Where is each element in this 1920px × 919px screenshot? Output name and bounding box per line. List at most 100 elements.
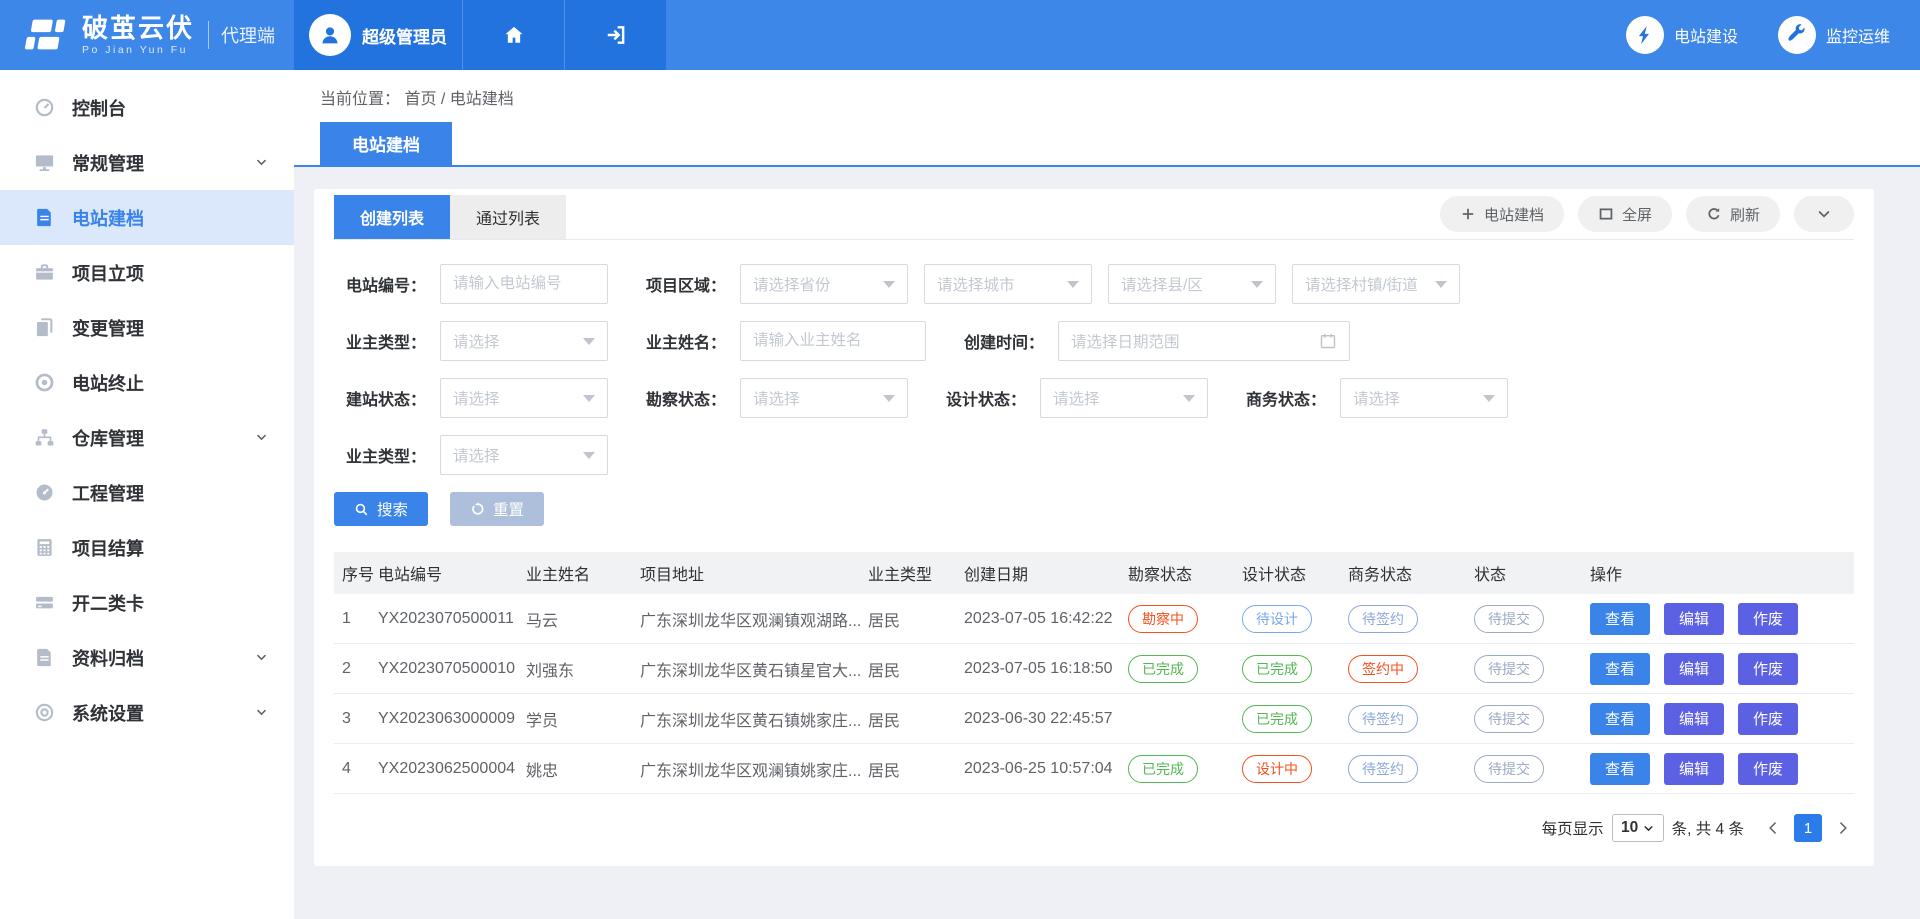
sitemap-icon	[34, 427, 55, 448]
sidebar-item-label: 仓库管理	[72, 425, 144, 451]
reset-button[interactable]: 重置	[450, 492, 544, 526]
cell-address: 广东深圳龙华区黄石镇姚家庄...	[640, 707, 868, 731]
tab-create-list[interactable]: 创建列表	[334, 195, 450, 239]
edit-button[interactable]: 编辑	[1664, 603, 1724, 635]
survey-status-placeholder: 请选择	[753, 387, 877, 409]
sidebar-item-engineering-mgmt[interactable]: 工程管理	[0, 465, 294, 520]
nav-station-build[interactable]: 电站建设	[1626, 16, 1738, 54]
build-status-select[interactable]: 请选择	[440, 378, 608, 418]
nav-monitor-ops[interactable]: 监控运维	[1778, 16, 1890, 54]
breadcrumb-path[interactable]: 首页 / 电站建档	[404, 91, 513, 108]
void-button[interactable]: 作废	[1738, 703, 1798, 735]
card-toolbar: 电站建档 全屏 刷	[1440, 196, 1854, 238]
col-header: 商务状态	[1348, 561, 1474, 585]
col-header: 业主姓名	[526, 561, 640, 585]
reset-label: 重置	[493, 498, 524, 520]
breadcrumb-label: 当前位置：	[320, 91, 400, 108]
sidebar-item-console[interactable]: 控制台	[0, 80, 294, 135]
design-status-badge: 已完成	[1242, 655, 1312, 683]
sidebar-item-general-mgmt[interactable]: 常规管理	[0, 135, 294, 190]
view-button[interactable]: 查看	[1590, 603, 1650, 635]
province-select[interactable]: 请选择省份	[740, 264, 908, 304]
design-status-badge: 设计中	[1242, 755, 1312, 783]
caret-down-icon	[583, 395, 595, 402]
owner-name-input[interactable]	[740, 321, 926, 361]
refresh-icon	[1706, 206, 1722, 222]
caret-down-icon	[1183, 395, 1195, 402]
owner-type-select[interactable]: 请选择	[440, 321, 608, 361]
chevron-left-icon	[1766, 821, 1780, 835]
page-size-prefix: 每页显示	[1542, 817, 1604, 839]
city-select[interactable]: 请选择城市	[924, 264, 1092, 304]
topbar: 当前位置： 首页 / 电站建档 电站建档	[294, 70, 1920, 167]
edit-button[interactable]: 编辑	[1664, 653, 1724, 685]
sidebar-item-project-initiation[interactable]: 项目立项	[0, 245, 294, 300]
cell-owner: 姚忠	[526, 757, 640, 781]
design-status-select[interactable]: 请选择	[1040, 378, 1208, 418]
user-icon	[318, 23, 342, 47]
view-button[interactable]: 查看	[1590, 753, 1650, 785]
sidebar-item-station-termination[interactable]: 电站终止	[0, 355, 294, 410]
sidebar-item-warehouse-mgmt[interactable]: 仓库管理	[0, 410, 294, 465]
sidebar-item-label: 电站建档	[72, 205, 144, 231]
search-button[interactable]: 搜索	[334, 492, 428, 526]
col-header: 序号	[334, 561, 378, 585]
owner-type2-select[interactable]: 请选择	[440, 435, 608, 475]
caret-down-icon	[1067, 281, 1079, 288]
chevron-down-icon	[1816, 206, 1832, 222]
collapse-toolbar-button[interactable]	[1794, 196, 1854, 232]
sidebar-item-type2-card[interactable]: 开二类卡	[0, 575, 294, 630]
survey-status-badge: 已完成	[1128, 755, 1198, 783]
brand-logo-area[interactable]: 破茧云伏 Po Jian Yun Fu 代理端	[0, 0, 294, 70]
survey-status-select[interactable]: 请选择	[740, 378, 908, 418]
station-code-input[interactable]	[440, 264, 608, 304]
district-select[interactable]: 请选择县/区	[1108, 264, 1276, 304]
nav-label: 电站建设	[1674, 23, 1738, 47]
city-placeholder: 请选择城市	[937, 273, 1061, 295]
void-button[interactable]: 作废	[1738, 603, 1798, 635]
page-size-select[interactable]: 10	[1612, 814, 1664, 842]
cell-address: 广东深圳龙华区黄石镇星官大...	[640, 657, 868, 681]
sidebar-item-label: 工程管理	[72, 480, 144, 506]
edit-button[interactable]: 编辑	[1664, 703, 1724, 735]
user-menu[interactable]: 超级管理员	[294, 0, 462, 70]
cell-date: 2023-07-05 16:18:50	[964, 660, 1128, 678]
caret-down-icon	[583, 338, 595, 345]
tab-passed-list[interactable]: 通过列表	[450, 195, 566, 239]
col-header: 设计状态	[1242, 561, 1348, 585]
prev-page-button[interactable]	[1762, 814, 1784, 842]
home-button[interactable]	[462, 0, 564, 70]
create-station-button[interactable]: 电站建档	[1440, 196, 1564, 232]
page-number-current[interactable]: 1	[1794, 814, 1822, 842]
archive-icon	[34, 647, 55, 668]
caret-down-icon	[583, 452, 595, 459]
logout-button[interactable]	[564, 0, 666, 70]
col-header: 勘察状态	[1128, 561, 1242, 585]
sidebar-item-data-archive[interactable]: 资料归档	[0, 630, 294, 685]
date-range-input[interactable]: 请选择日期范围	[1058, 321, 1350, 361]
owner-type2-placeholder: 请选择	[453, 444, 577, 466]
sidebar-item-project-settlement[interactable]: 项目结算	[0, 520, 294, 575]
sidebar-item-change-mgmt[interactable]: 变更管理	[0, 300, 294, 355]
sidebar-item-system-settings[interactable]: 系统设置	[0, 685, 294, 740]
view-button[interactable]: 查看	[1590, 653, 1650, 685]
cell-date: 2023-06-30 22:45:57	[964, 710, 1128, 728]
void-button[interactable]: 作废	[1738, 653, 1798, 685]
edit-button[interactable]: 编辑	[1664, 753, 1724, 785]
view-button[interactable]: 查看	[1590, 703, 1650, 735]
page-tab-station-archive[interactable]: 电站建档	[320, 122, 452, 165]
refresh-button[interactable]: 刷新	[1686, 196, 1780, 232]
sidebar-item-station-archive[interactable]: 电站建档	[0, 190, 294, 245]
fullscreen-button[interactable]: 全屏	[1578, 196, 1672, 232]
next-page-button[interactable]	[1832, 814, 1854, 842]
total-count-text: 条, 共 4 条	[1672, 817, 1744, 839]
sidebar-item-label: 控制台	[72, 95, 126, 121]
business-status-select[interactable]: 请选择	[1340, 378, 1508, 418]
refresh-label: 刷新	[1730, 204, 1760, 225]
cell-no: 4	[334, 760, 378, 778]
record-icon	[34, 372, 55, 393]
town-select[interactable]: 请选择村镇/街道	[1292, 264, 1460, 304]
void-button[interactable]: 作废	[1738, 753, 1798, 785]
survey-status-badge: 勘察中	[1128, 605, 1198, 633]
status-badge: 待提交	[1474, 605, 1544, 633]
